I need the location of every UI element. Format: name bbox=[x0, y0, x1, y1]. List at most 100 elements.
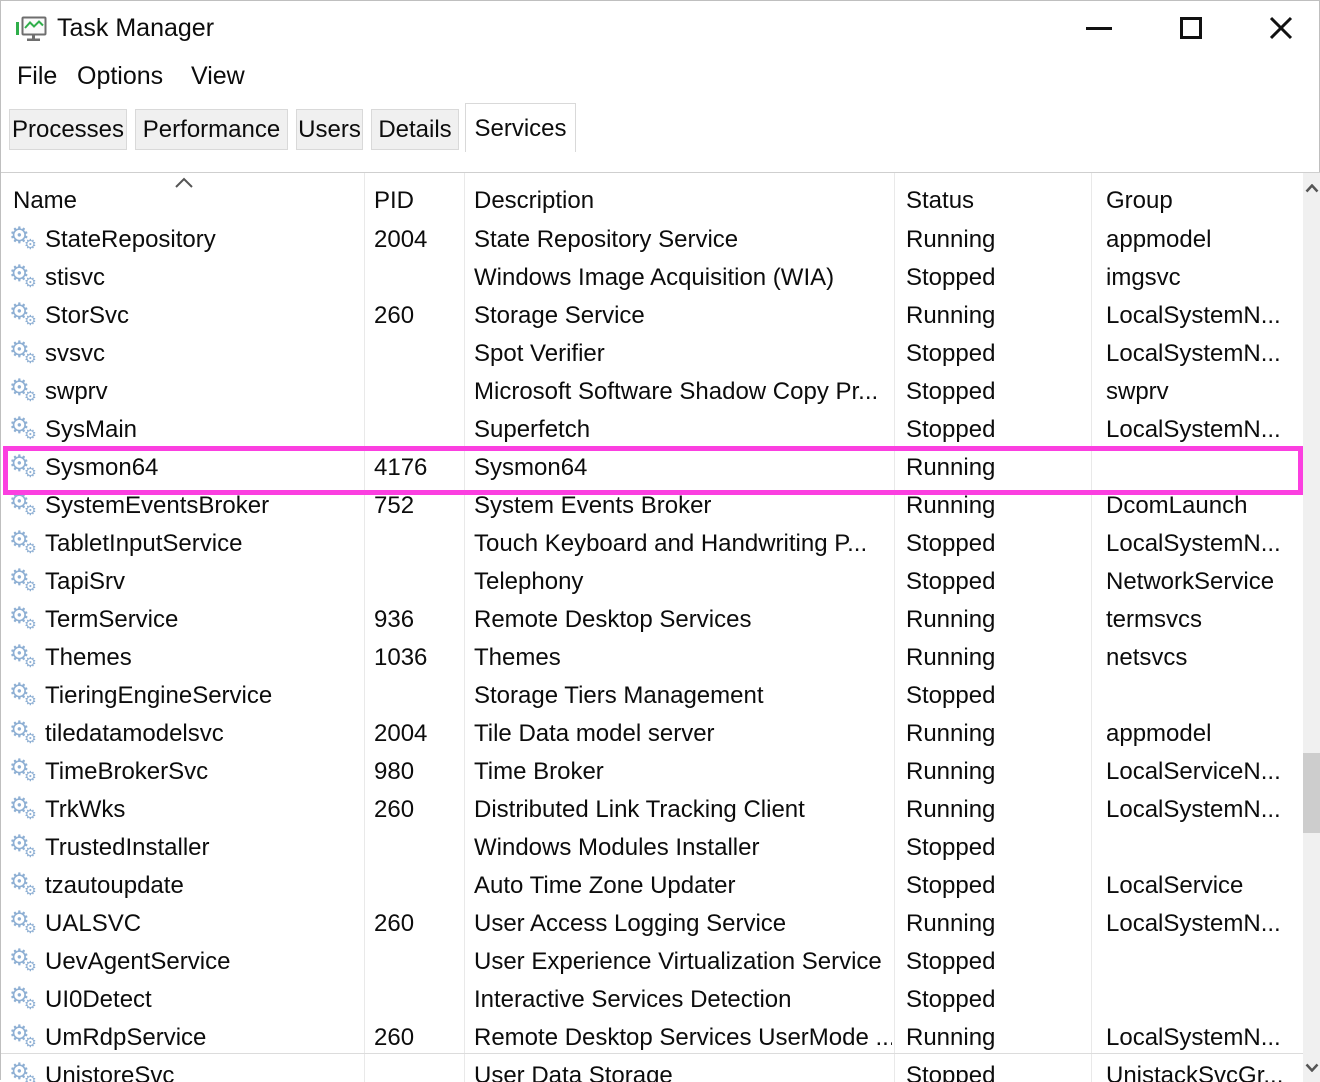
title-bar: Task Manager bbox=[1, 1, 1319, 57]
service-group: termsvcs bbox=[1106, 601, 1300, 639]
service-group: netsvcs bbox=[1106, 639, 1300, 677]
scrollbar-thumb[interactable] bbox=[1303, 753, 1320, 833]
service-name: StorSvc bbox=[45, 302, 129, 329]
table-row[interactable]: ⚙⚙ tiledatamodelsvc 2004 Tile Data model… bbox=[1, 715, 1303, 753]
table-row[interactable]: ⚙⚙ TimeBrokerSvc 980 Time Broker Running… bbox=[1, 753, 1303, 791]
service-gear-icon: ⚙⚙ bbox=[9, 601, 43, 639]
service-status: Stopped bbox=[906, 335, 1088, 373]
service-description: Distributed Link Tracking Client bbox=[474, 791, 892, 829]
tab-details[interactable]: Details bbox=[371, 109, 459, 150]
maximize-button[interactable] bbox=[1165, 5, 1217, 51]
column-header-name[interactable]: Name bbox=[13, 173, 77, 221]
table-row[interactable]: ⚙⚙ StateRepository 2004 State Repository… bbox=[1, 221, 1303, 259]
table-row[interactable]: ⚙⚙ TabletInputService Touch Keyboard and… bbox=[1, 525, 1303, 563]
service-group: LocalSystemN... bbox=[1106, 791, 1300, 829]
service-status: Stopped bbox=[906, 829, 1088, 867]
service-gear-icon: ⚙⚙ bbox=[9, 373, 43, 411]
vertical-scrollbar[interactable] bbox=[1303, 173, 1320, 1082]
service-pid bbox=[374, 677, 460, 715]
service-name: UnistoreSvc bbox=[45, 1062, 174, 1082]
service-gear-icon: ⚙⚙ bbox=[9, 221, 43, 259]
service-gear-icon: ⚙⚙ bbox=[9, 639, 43, 677]
service-pid bbox=[374, 335, 460, 373]
table-row[interactable]: ⚙⚙ TermService 936 Remote Desktop Servic… bbox=[1, 601, 1303, 639]
table-row[interactable]: ⚙⚙ TrkWks 260 Distributed Link Tracking … bbox=[1, 791, 1303, 829]
table-row[interactable]: ⚙⚙ UI0Detect Interactive Services Detect… bbox=[1, 981, 1303, 1019]
table-row[interactable]: ⚙⚙ Sysmon64 4176 Sysmon64 Running bbox=[1, 449, 1303, 487]
service-status: Running bbox=[906, 221, 1088, 259]
service-pid bbox=[374, 411, 460, 449]
service-status: Running bbox=[906, 905, 1088, 943]
tab-services[interactable]: Services bbox=[465, 103, 576, 152]
column-header-description[interactable]: Description bbox=[474, 173, 594, 221]
service-status: Running bbox=[906, 791, 1088, 829]
service-description: Tile Data model server bbox=[474, 715, 892, 753]
sort-ascending-icon bbox=[173, 176, 195, 190]
service-status: Stopped bbox=[906, 867, 1088, 905]
service-status: Running bbox=[906, 297, 1088, 335]
service-name: StateRepository bbox=[45, 226, 216, 253]
service-gear-icon: ⚙⚙ bbox=[9, 1019, 43, 1057]
table-row[interactable]: ⚙⚙ TapiSrv Telephony Stopped NetworkServ… bbox=[1, 563, 1303, 601]
service-group: DcomLaunch bbox=[1106, 487, 1300, 525]
service-gear-icon: ⚙⚙ bbox=[9, 1057, 43, 1082]
service-status: Stopped bbox=[906, 525, 1088, 563]
tab-performance[interactable]: Performance bbox=[135, 109, 288, 150]
service-description: Microsoft Software Shadow Copy Pr... bbox=[474, 373, 892, 411]
table-row[interactable]: ⚙⚙ TrustedInstaller Windows Modules Inst… bbox=[1, 829, 1303, 867]
tab-processes[interactable]: Processes bbox=[9, 109, 127, 150]
service-description: Telephony bbox=[474, 563, 892, 601]
close-button[interactable] bbox=[1255, 5, 1307, 51]
table-row[interactable]: ⚙⚙ stisvc Windows Image Acquisition (WIA… bbox=[1, 259, 1303, 297]
service-name: UALSVC bbox=[45, 910, 141, 937]
table-row[interactable]: ⚙⚙ UALSVC 260 User Access Logging Servic… bbox=[1, 905, 1303, 943]
service-pid bbox=[374, 829, 460, 867]
service-pid bbox=[374, 981, 460, 1019]
service-gear-icon: ⚙⚙ bbox=[9, 753, 43, 791]
table-row[interactable]: ⚙⚙ StorSvc 260 Storage Service Running L… bbox=[1, 297, 1303, 335]
menu-options[interactable]: Options bbox=[77, 62, 163, 91]
menu-file[interactable]: File bbox=[17, 62, 57, 91]
minimize-button[interactable] bbox=[1073, 5, 1125, 51]
table-row[interactable]: ⚙⚙ TieringEngineService Storage Tiers Ma… bbox=[1, 677, 1303, 715]
service-pid: 260 bbox=[374, 791, 460, 829]
service-description: Themes bbox=[474, 639, 892, 677]
table-row[interactable]: ⚙⚙ tzautoupdate Auto Time Zone Updater S… bbox=[1, 867, 1303, 905]
service-pid: 260 bbox=[374, 297, 460, 335]
service-description: Storage Tiers Management bbox=[474, 677, 892, 715]
service-description: State Repository Service bbox=[474, 221, 892, 259]
service-status: Stopped bbox=[906, 677, 1088, 715]
service-group: LocalSystemN... bbox=[1106, 525, 1300, 563]
service-description: User Data Storage bbox=[474, 1057, 892, 1082]
table-row[interactable]: ⚙⚙ UmRdpService 260 Remote Desktop Servi… bbox=[1, 1019, 1303, 1057]
service-status: Running bbox=[906, 449, 1088, 487]
table-row[interactable]: ⚙⚙ SysMain Superfetch Stopped LocalSyste… bbox=[1, 411, 1303, 449]
table-row[interactable]: ⚙⚙ svsvc Spot Verifier Stopped LocalSyst… bbox=[1, 335, 1303, 373]
service-gear-icon: ⚙⚙ bbox=[9, 449, 43, 487]
column-header-pid[interactable]: PID bbox=[374, 173, 414, 221]
service-pid: 980 bbox=[374, 753, 460, 791]
service-name: SysMain bbox=[45, 416, 137, 443]
table-row[interactable]: ⚙⚙ swprv Microsoft Software Shadow Copy … bbox=[1, 373, 1303, 411]
service-description: Spot Verifier bbox=[474, 335, 892, 373]
service-name: TermService bbox=[45, 606, 178, 633]
minimize-icon bbox=[1086, 27, 1112, 30]
scroll-down-button[interactable] bbox=[1303, 1054, 1320, 1080]
service-status: Stopped bbox=[906, 981, 1088, 1019]
column-header-status[interactable]: Status bbox=[906, 173, 974, 221]
service-gear-icon: ⚙⚙ bbox=[9, 677, 43, 715]
tab-users[interactable]: Users bbox=[296, 109, 363, 150]
service-status: Stopped bbox=[906, 411, 1088, 449]
column-header-group[interactable]: Group bbox=[1106, 173, 1173, 221]
service-pid: 936 bbox=[374, 601, 460, 639]
table-row[interactable]: ⚙⚙ UnistoreSvc User Data Storage Stopped… bbox=[1, 1057, 1303, 1082]
service-group: LocalSystemN... bbox=[1106, 335, 1300, 373]
window-title: Task Manager bbox=[57, 14, 214, 43]
table-row[interactable]: ⚙⚙ SystemEventsBroker 752 System Events … bbox=[1, 487, 1303, 525]
scroll-up-button[interactable] bbox=[1303, 175, 1320, 201]
service-description: Remote Desktop Services bbox=[474, 601, 892, 639]
table-row[interactable]: ⚙⚙ UevAgentService User Experience Virtu… bbox=[1, 943, 1303, 981]
table-row[interactable]: ⚙⚙ Themes 1036 Themes Running netsvcs bbox=[1, 639, 1303, 677]
menu-view[interactable]: View bbox=[191, 62, 245, 91]
service-group: LocalService bbox=[1106, 867, 1300, 905]
